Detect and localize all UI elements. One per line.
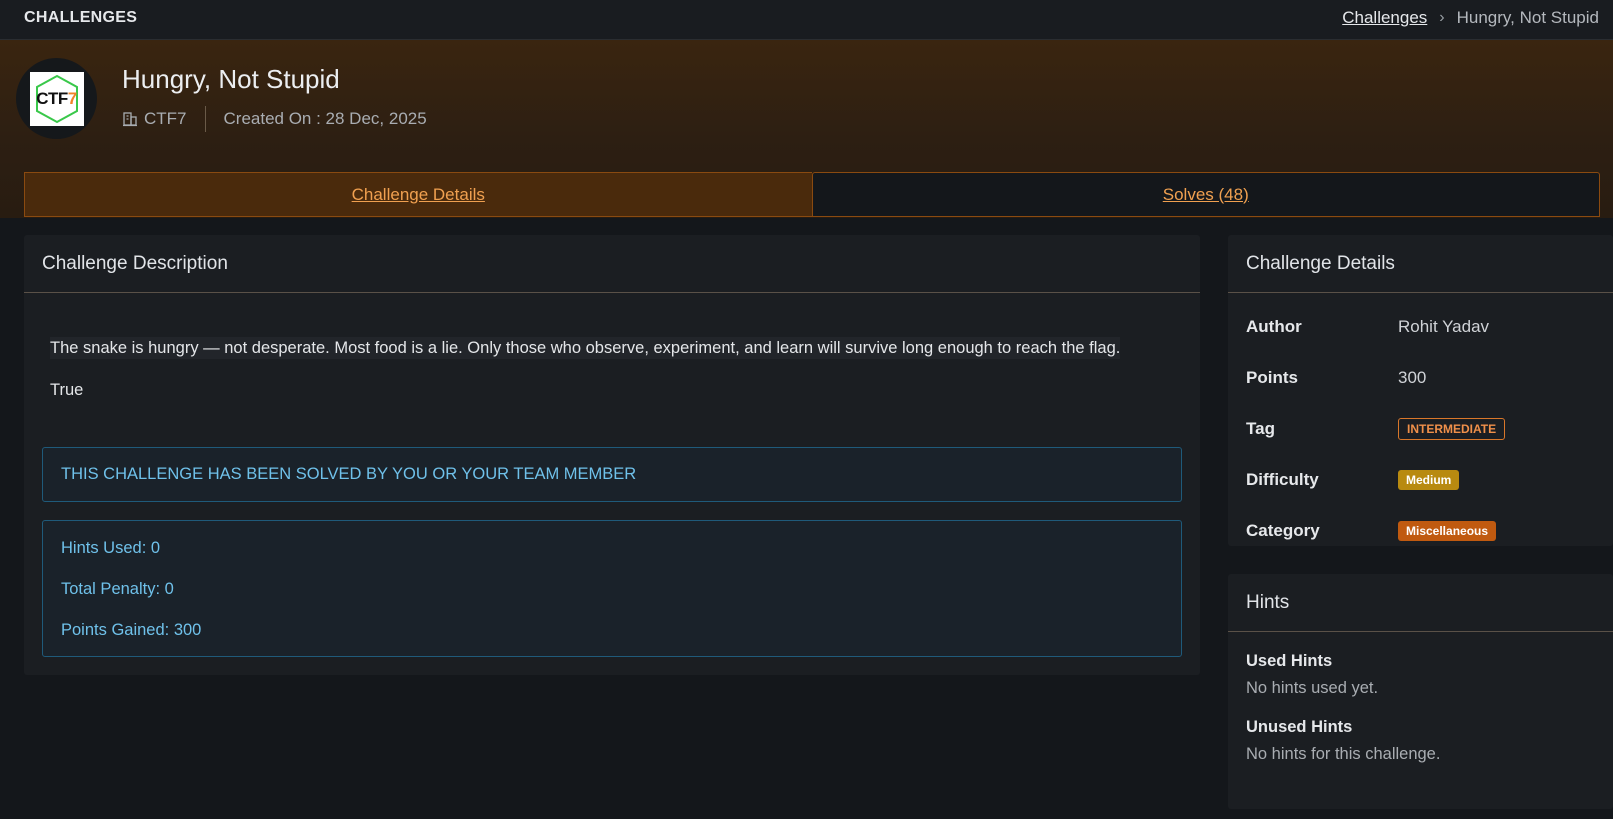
tag-badge: INTERMEDIATE — [1398, 417, 1506, 440]
used-hints-label: Used Hints — [1246, 652, 1333, 670]
solved-alert: THIS CHALLENGE HAS BEEN SOLVED BY YOU OR… — [42, 447, 1182, 502]
breadcrumb-challenges-link[interactable]: Challenges — [1342, 8, 1427, 28]
chevron-right-icon: › — [1439, 9, 1445, 26]
created-on: Created On : 28 Dec, 2025 — [223, 109, 427, 128]
organization: CTF7 — [122, 109, 187, 129]
building-icon — [123, 112, 137, 127]
tab-bar: Challenge Details Solves (48) — [24, 172, 1600, 217]
page-title: Hungry, Not Stupid — [122, 64, 340, 94]
organization-name: CTF7 — [144, 109, 187, 128]
logo-digit: 7 — [67, 88, 77, 108]
tab-challenge-details[interactable]: Challenge Details — [24, 172, 812, 217]
section-title: CHALLENGES — [24, 9, 138, 26]
card-title: Challenge Details — [1228, 235, 1613, 293]
unused-hints-label: Unused Hints — [1246, 718, 1353, 736]
challenge-description-card: Challenge Description The snake is hungr… — [24, 235, 1200, 675]
points-value: 300 — [1398, 367, 1427, 387]
breadcrumb-current: Hungry, Not Stupid — [1456, 8, 1599, 27]
details-list: Author Rohit Yadav Points 300 Tag INTERM… — [1228, 301, 1613, 556]
hints-used: Hints Used: 0 — [61, 539, 161, 557]
card-title: Hints — [1228, 574, 1613, 632]
detail-row-tag: Tag INTERMEDIATE — [1246, 403, 1595, 454]
detail-key: Tag — [1246, 418, 1275, 438]
total-penalty: Total Penalty: 0 — [61, 580, 174, 598]
tab-solves[interactable]: Solves (48) — [811, 172, 1600, 217]
author-value: Rohit Yadav — [1398, 316, 1490, 336]
detail-key: Category — [1246, 520, 1320, 540]
logo-text: CTF — [36, 88, 68, 108]
detail-key: Points — [1246, 367, 1298, 387]
used-hints-text: No hints used yet. — [1246, 679, 1379, 697]
description-extra: True — [50, 381, 84, 399]
challenge-details-card: Challenge Details Author Rohit Yadav Poi… — [1228, 235, 1613, 546]
stats-alert: Hints Used: 0 Total Penalty: 0 Points Ga… — [42, 520, 1182, 657]
detail-row-author: Author Rohit Yadav — [1246, 301, 1595, 352]
description-text: The snake is hungry — not desperate. Mos… — [50, 337, 1121, 359]
hints-body: Used Hints No hints used yet. Unused Hin… — [1228, 632, 1613, 798]
detail-row-difficulty: Difficulty Medium — [1246, 454, 1595, 505]
category-badge: Miscellaneous — [1398, 520, 1497, 541]
unused-hints-text: No hints for this challenge. — [1246, 745, 1441, 763]
divider — [204, 106, 206, 132]
difficulty-badge: Medium — [1398, 469, 1460, 490]
detail-row-points: Points 300 — [1246, 352, 1595, 403]
detail-key: Author — [1246, 316, 1302, 336]
card-title: Challenge Description — [24, 235, 1200, 293]
ctf-logo: CTF7 — [16, 58, 97, 139]
challenge-meta: CTF7 Created On : 28 Dec, 2025 — [122, 106, 427, 132]
detail-key: Difficulty — [1246, 469, 1319, 489]
detail-row-category: Category Miscellaneous — [1246, 505, 1595, 556]
breadcrumb: Challenges › Hungry, Not Stupid — [1342, 8, 1599, 28]
challenge-description: The snake is hungry — not desperate. Mos… — [50, 337, 1121, 359]
hints-card: Hints Used Hints No hints used yet. Unus… — [1228, 574, 1613, 809]
top-bar: CHALLENGES Challenges › Hungry, Not Stup… — [0, 0, 1613, 40]
points-gained: Points Gained: 300 — [61, 621, 202, 639]
